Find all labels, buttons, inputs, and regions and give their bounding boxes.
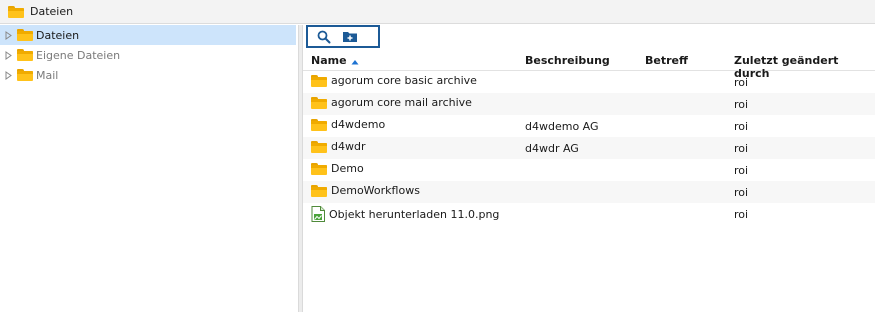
folder-icon <box>311 184 327 197</box>
name-cell: agorum core basic archive <box>311 74 477 87</box>
item-name: d4wdemo <box>331 118 386 131</box>
column-header-name[interactable]: Name <box>311 54 359 68</box>
folder-icon <box>17 29 33 41</box>
folder-icon <box>17 49 33 61</box>
beschreibung-cell: d4wdemo AG <box>525 120 599 133</box>
table-row[interactable]: agorum core mail archive roi <box>303 93 875 115</box>
name-cell: d4wdemo <box>311 118 385 131</box>
expand-arrow-icon[interactable] <box>4 50 13 60</box>
image-file-icon <box>311 206 325 222</box>
window-title: Dateien <box>30 5 74 18</box>
geaendert-cell: roi <box>734 120 749 133</box>
folder-icon <box>311 74 327 87</box>
table-body: agorum core basic archive roi agorum core … <box>303 71 875 225</box>
table-row[interactable]: agorum core basic archive roi <box>303 71 875 93</box>
toolbar-group <box>306 25 380 48</box>
folder-icon <box>311 96 327 109</box>
folder-icon <box>311 140 327 153</box>
item-name: agorum core basic archive <box>331 74 477 87</box>
tree-item-label: Dateien <box>36 28 80 42</box>
tree-item-label: Eigene Dateien <box>36 48 121 62</box>
window-titlebar: Dateien <box>0 0 875 24</box>
item-name: d4wdr <box>331 140 366 153</box>
new-folder-icon[interactable] <box>342 29 358 45</box>
item-name: Objekt herunterladen 11.0.png <box>329 207 500 221</box>
tree-item-label: Mail <box>36 68 59 82</box>
folder-icon <box>8 5 24 18</box>
expand-arrow-icon[interactable] <box>4 70 13 80</box>
geaendert-cell: roi <box>734 98 749 111</box>
table-row[interactable]: d4wdr d4wdr AG roi <box>303 137 875 159</box>
column-header-beschreibung[interactable]: Beschreibung <box>525 54 610 67</box>
folder-icon <box>311 118 327 131</box>
tree-item-dateien[interactable]: Dateien <box>0 25 296 45</box>
name-cell: agorum core mail archive <box>311 96 472 109</box>
geaendert-cell: roi <box>734 186 749 199</box>
geaendert-cell: roi <box>734 208 749 221</box>
expand-arrow-icon[interactable] <box>4 30 13 40</box>
table-row[interactable]: Objekt herunterladen 11.0.png roi <box>303 203 875 225</box>
item-name: agorum core mail archive <box>331 96 472 109</box>
sort-ascending-icon <box>351 55 359 68</box>
folder-icon <box>17 69 33 81</box>
folder-icon <box>311 162 327 175</box>
table-row[interactable]: DemoWorkflows roi <box>303 181 875 203</box>
column-header-label: Name <box>311 54 347 67</box>
name-cell: d4wdr <box>311 140 365 153</box>
table-row[interactable]: d4wdemo d4wdemo AG roi <box>303 115 875 137</box>
column-header-betreff[interactable]: Betreff <box>645 54 688 67</box>
table-row[interactable]: Demo roi <box>303 159 875 181</box>
tree-item-mail[interactable]: Mail <box>0 65 296 85</box>
geaendert-cell: roi <box>734 164 749 177</box>
folder-tree: Dateien Eigene Dateien Mail <box>0 25 298 312</box>
geaendert-cell: roi <box>734 76 749 89</box>
name-cell: Demo <box>311 162 364 175</box>
toolbar <box>303 25 875 49</box>
item-name: Demo <box>331 162 364 175</box>
table-header: Name Beschreibung Betreff Zuletzt geände… <box>303 49 875 80</box>
tree-item-eigene-dateien[interactable]: Eigene Dateien <box>0 45 296 65</box>
search-icon[interactable] <box>316 29 332 45</box>
name-cell: DemoWorkflows <box>311 184 420 197</box>
item-name: DemoWorkflows <box>331 184 420 197</box>
beschreibung-cell: d4wdr AG <box>525 142 579 155</box>
name-cell: Objekt herunterladen 11.0.png <box>311 206 499 222</box>
file-list-pane: Name Beschreibung Betreff Zuletzt geände… <box>303 25 875 312</box>
geaendert-cell: roi <box>734 142 749 155</box>
